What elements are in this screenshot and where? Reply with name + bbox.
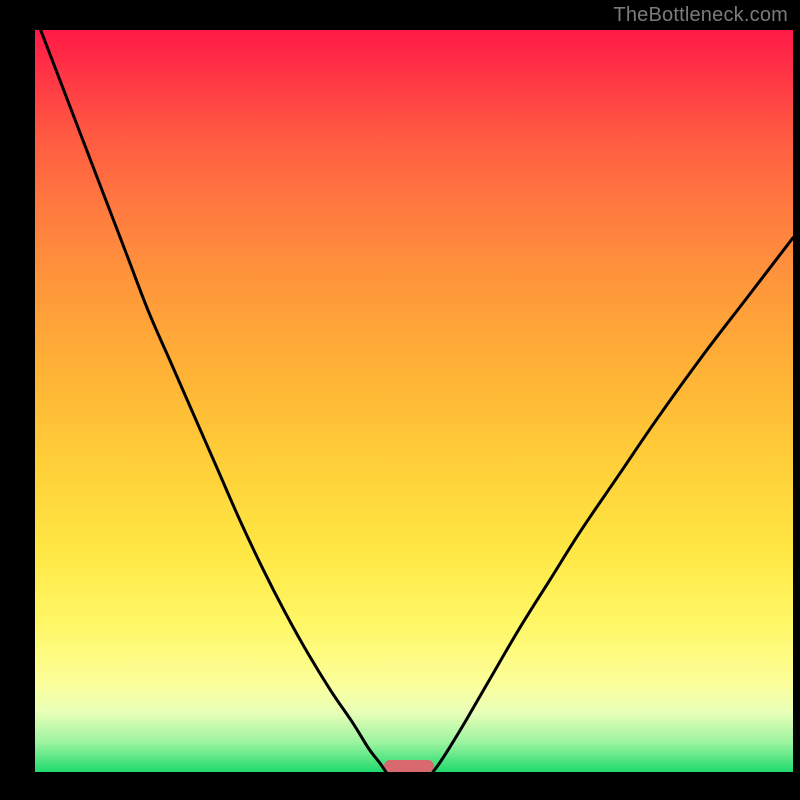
watermark-text: TheBottleneck.com	[613, 4, 788, 27]
curve-left-branch	[35, 30, 386, 772]
curve-right-branch	[433, 238, 793, 772]
bottleneck-curve	[35, 30, 793, 772]
plot-area	[35, 30, 793, 772]
chart-frame: TheBottleneck.com	[0, 0, 800, 800]
